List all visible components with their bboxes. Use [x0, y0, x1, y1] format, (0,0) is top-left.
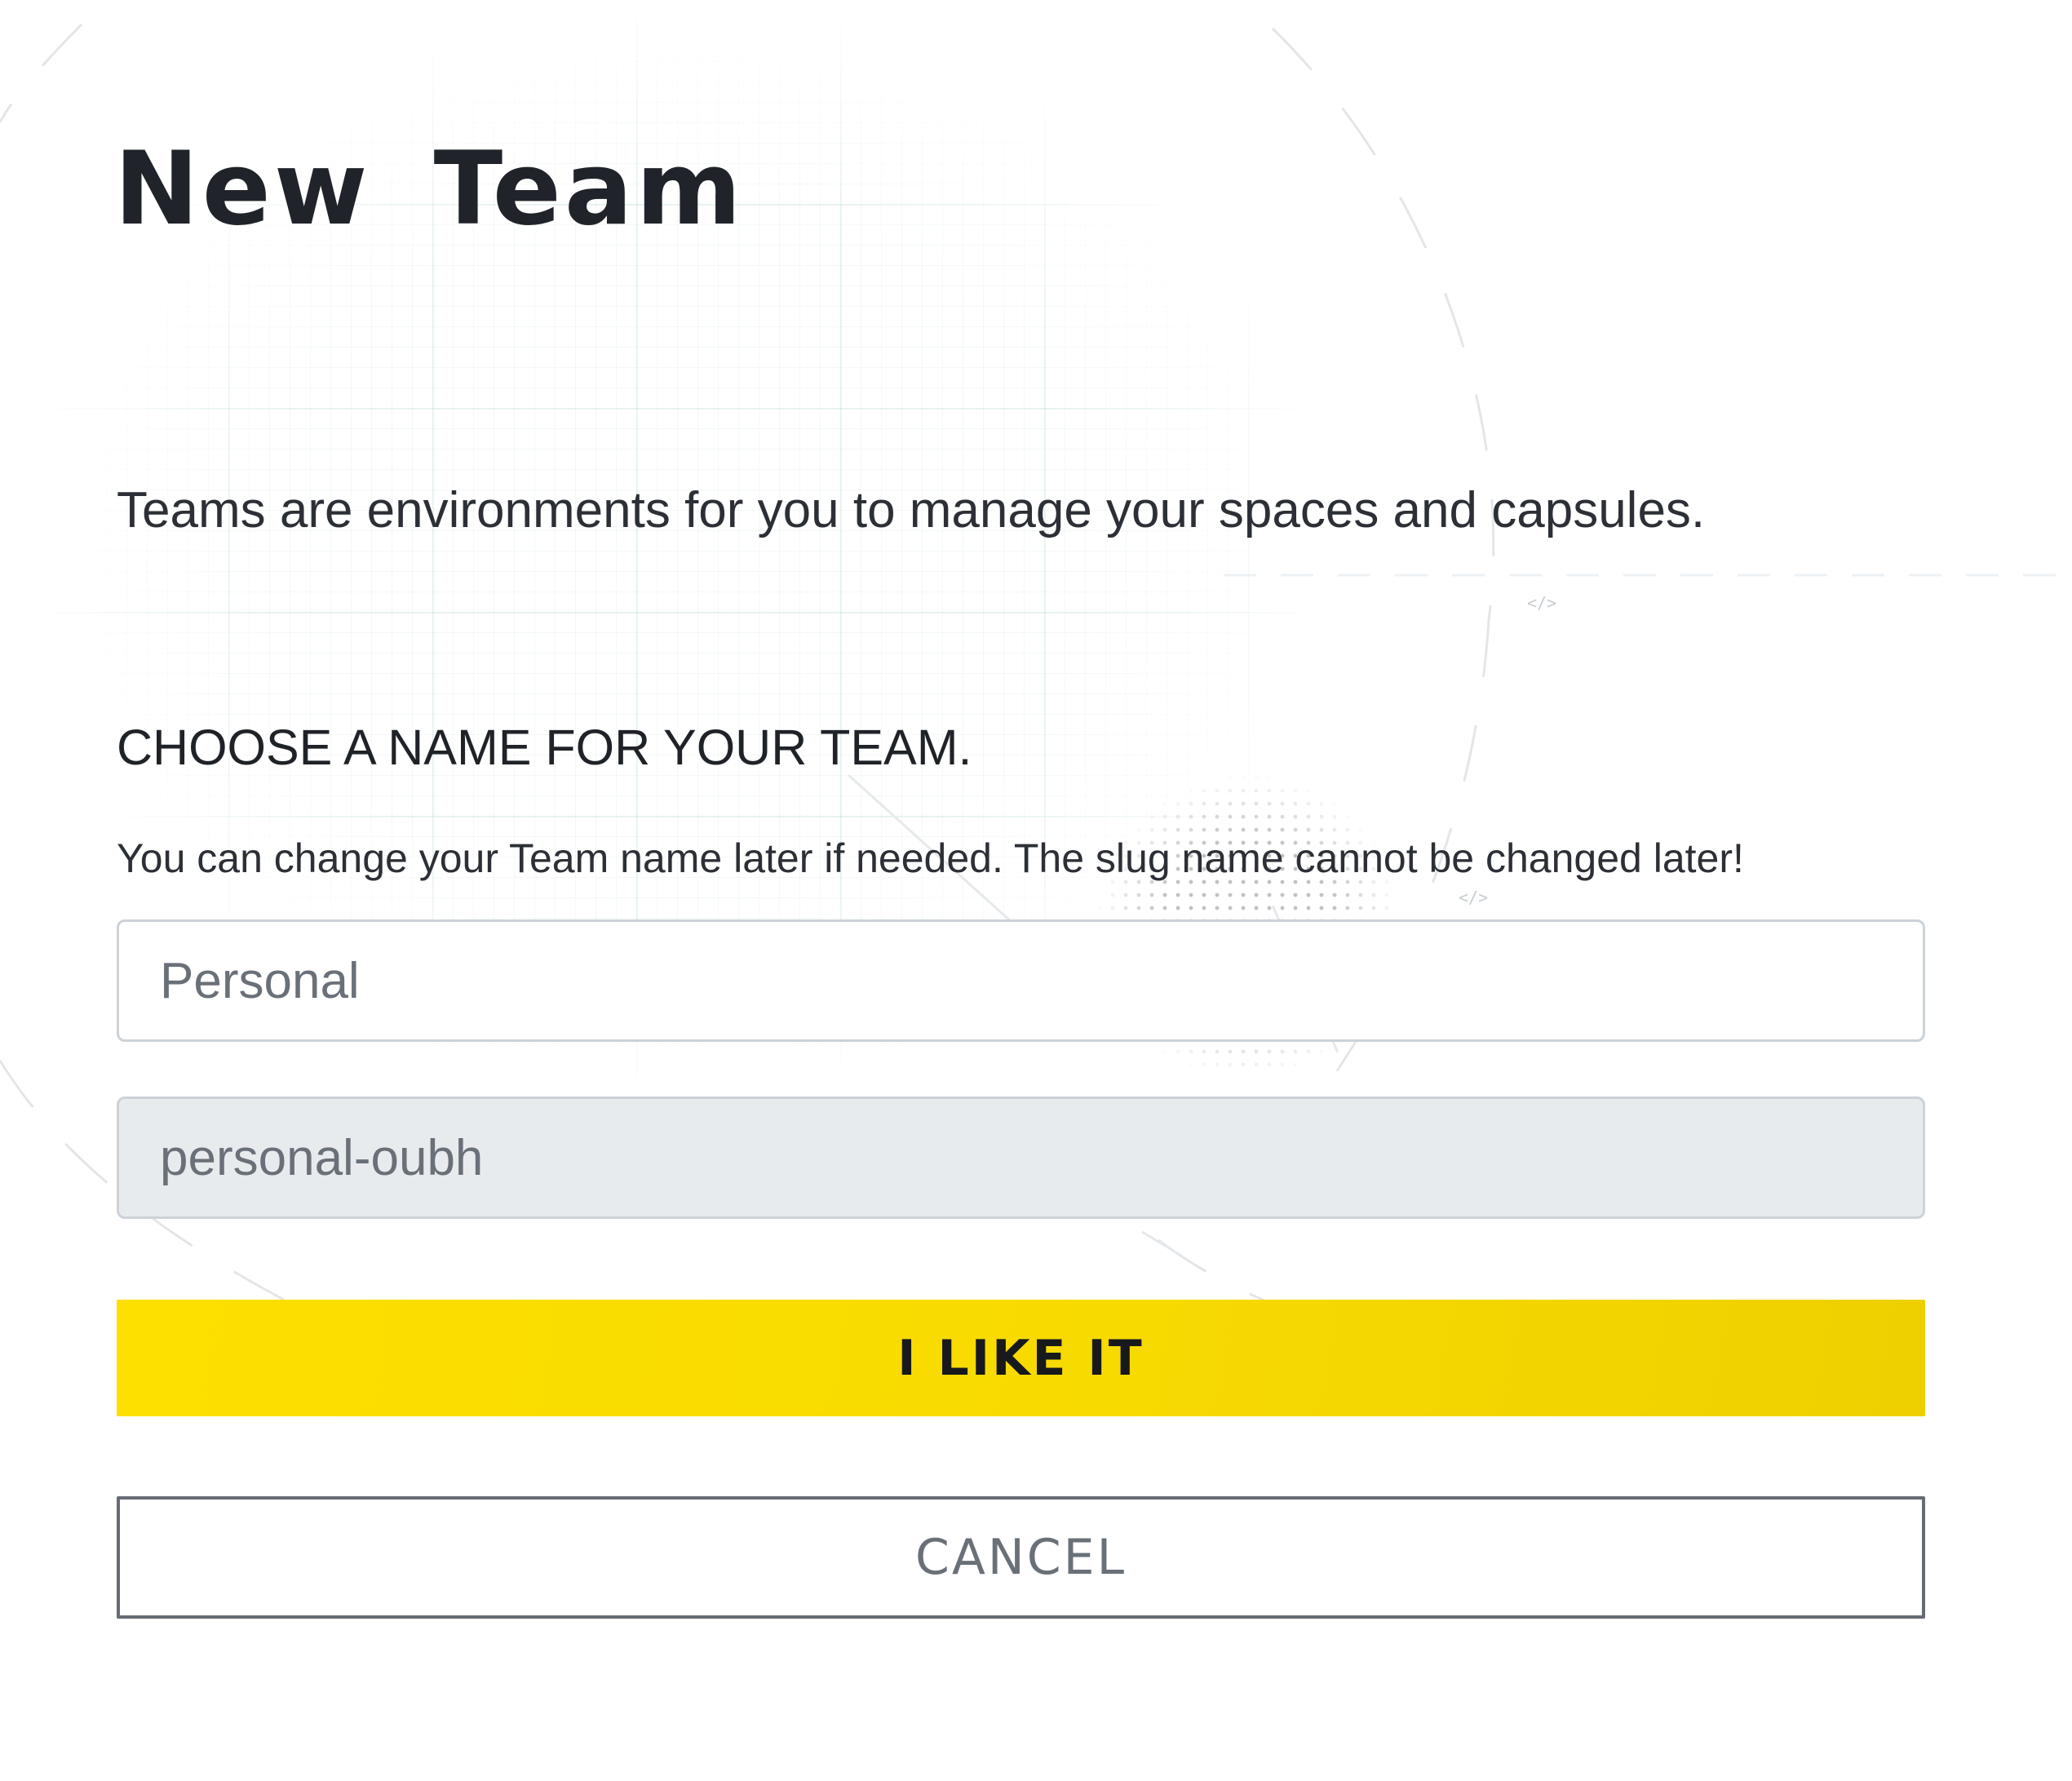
- team-name-help-text: You can change your Team name later if n…: [117, 835, 1744, 881]
- code-icon: </>: [1459, 888, 1489, 907]
- cancel-button[interactable]: CANCEL: [117, 1496, 1925, 1619]
- code-icon: </>: [1527, 593, 1557, 613]
- decorative-line: [1141, 1230, 1184, 1258]
- team-slug-input: [117, 1097, 1925, 1219]
- page-description: Teams are environments for you to manage…: [117, 482, 1706, 538]
- team-name-input[interactable]: [117, 919, 1925, 1042]
- page-title: New Team: [114, 131, 745, 248]
- decorative-arc: [0, 23, 83, 123]
- team-name-heading: CHOOSE A NAME FOR YOUR TEAM.: [117, 720, 972, 775]
- new-team-page: </> </> New Team Teams are environments …: [0, 0, 2072, 1781]
- confirm-button[interactable]: I LIKE IT: [117, 1300, 1925, 1416]
